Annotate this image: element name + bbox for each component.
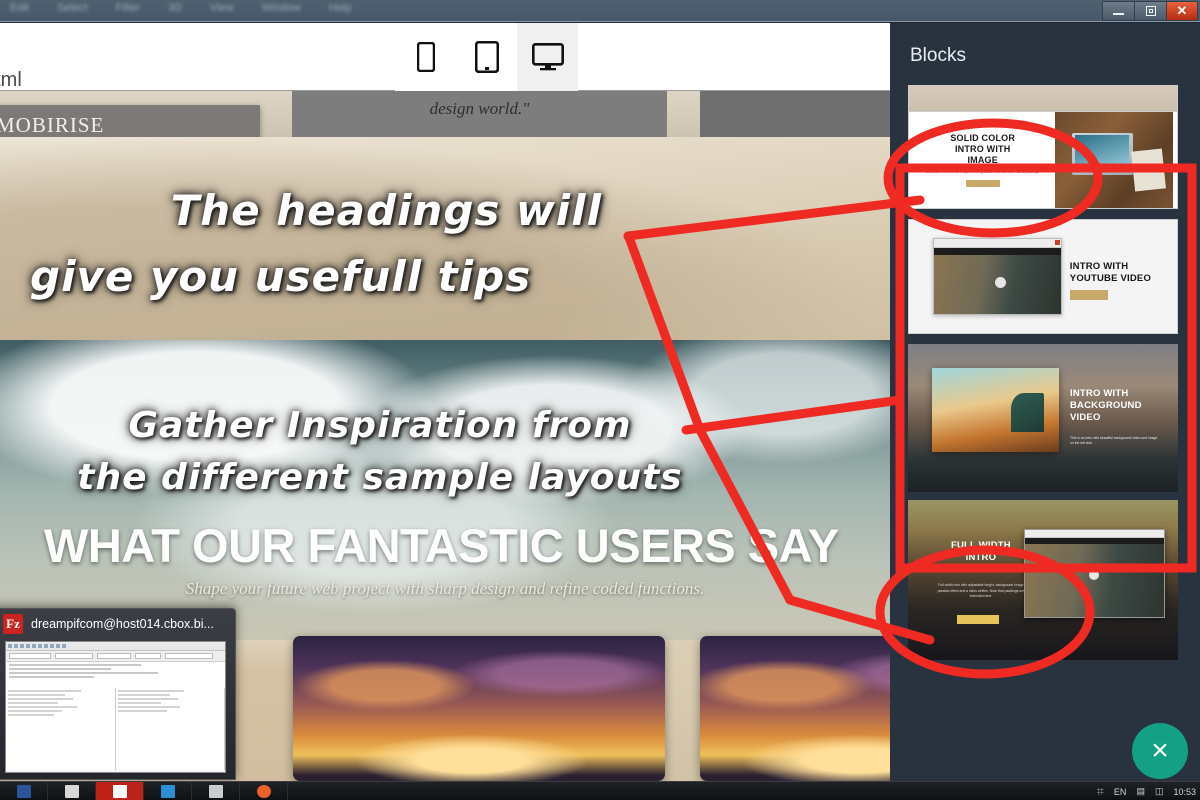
filezilla-icon: Fz <box>3 614 23 634</box>
menu-item-filter[interactable]: Filter <box>116 2 140 15</box>
photoshop-icon <box>160 784 175 798</box>
page-heading: WHAT OUR FANTASTIC USERS SAY <box>44 519 839 572</box>
explorer-icon <box>64 784 79 798</box>
filezilla-log <box>6 662 225 688</box>
network-icon[interactable]: ▤ <box>1136 786 1145 797</box>
block-thumbnail-solid-color-intro-with-image[interactable]: SOLID COLOR INTRO WITH IMAGE Solid color… <box>908 111 1178 209</box>
annotation-line: The headings will <box>170 186 602 235</box>
notepad-icon <box>208 784 223 798</box>
app-menubar: Edit Select Filter 3D View Window Help ✕ <box>0 0 1200 22</box>
block-cta-button <box>956 615 999 625</box>
close-panel-fab-button[interactable]: × <box>1132 723 1188 779</box>
gallery-card[interactable] <box>700 636 890 781</box>
blocks-panel-title: Blocks <box>910 45 966 66</box>
browser-icon <box>256 784 271 798</box>
page-subheading: Shape your future web project with sharp… <box>185 579 705 598</box>
system-tray: EN ▤ ◫ 10:53 <box>1096 782 1196 800</box>
block-image <box>1055 112 1173 208</box>
block-thumbnail-full-width-intro[interactable]: FULL WIDTH INTRO Full width intro with a… <box>908 500 1178 660</box>
filezilla-toolbar <box>6 642 225 651</box>
block-title: SOLID COLOR INTRO WITH IMAGE <box>950 133 1016 165</box>
restore-button[interactable] <box>1134 1 1166 21</box>
menu-item-list: Edit Select Filter 3D View Window Help <box>10 2 351 15</box>
taskbar-item-browser[interactable] <box>240 781 288 800</box>
filezilla-file-panes <box>6 688 225 770</box>
annotation-line: Gather Inspiration from <box>128 405 632 446</box>
filezilla-quickconnect <box>6 651 225 662</box>
menu-item-select[interactable]: Select <box>57 2 88 15</box>
filezilla-local-pane <box>6 688 116 770</box>
filezilla-window-thumbnail <box>5 641 226 773</box>
block-browser-mockup <box>933 238 1062 315</box>
language-indicator[interactable]: EN <box>1114 787 1127 797</box>
menu-item-window[interactable]: Window <box>262 2 301 15</box>
block-subtitle: Solid color intro with an image on the r… <box>926 170 1040 174</box>
taskbar-item-photoshop[interactable] <box>144 781 192 800</box>
block-thumbnail-intro-with-background-video[interactable]: INTRO WITH BACKGROUND VIDEO This is an i… <box>908 344 1178 492</box>
filezilla-remote-pane <box>115 688 225 770</box>
block-cta-button <box>1069 290 1108 301</box>
mobile-icon <box>416 42 435 72</box>
os-taskbar: EN ▤ ◫ 10:53 <box>0 781 1200 800</box>
block-title: INTRO WITH BACKGROUND VIDEO <box>1070 388 1142 424</box>
block-title: INTRO WITH YOUTUBE VIDEO <box>1069 260 1152 284</box>
annotation-line: the different sample layouts <box>77 457 683 498</box>
block-thumbnail-intro-with-youtube-video[interactable]: INTRO WITH YOUTUBE VIDEO <box>908 219 1178 334</box>
gallery-card[interactable] <box>293 636 665 781</box>
menu-item-view[interactable]: View <box>210 2 234 15</box>
filezilla-title: dreampifcom@host014.cbox.bi... <box>31 617 214 631</box>
filezilla-taskbar-icon <box>112 784 127 798</box>
window-controls: ✕ <box>1102 1 1198 21</box>
volume-icon[interactable]: ◫ <box>1155 786 1164 797</box>
blocks-list[interactable]: SOLID COLOR INTRO WITH IMAGE Solid color… <box>890 85 1200 757</box>
taskbar-item-explorer[interactable] <box>48 781 96 800</box>
device-mobile-button[interactable] <box>395 23 456 91</box>
testimonial-quote: design world." <box>429 99 530 118</box>
tablet-icon <box>474 41 499 73</box>
block-video-preview <box>932 367 1060 453</box>
filezilla-preview-header: Fz dreampifcom@host014.cbox.bi... <box>0 609 235 639</box>
project-name-label: html <box>0 69 22 91</box>
taskbar-item-filezilla[interactable] <box>96 781 144 800</box>
clock[interactable]: 10:53 <box>1173 787 1196 797</box>
block-cta-button <box>965 180 1000 187</box>
menu-item-help[interactable]: Help <box>329 2 352 15</box>
filezilla-taskbar-preview[interactable]: Fz dreampifcom@host014.cbox.bi... <box>0 608 236 780</box>
block-subtitle: This is an intro with beautiful backgrou… <box>1070 435 1158 446</box>
tray-expand-icon[interactable] <box>1096 788 1104 795</box>
taskbar-item-word[interactable] <box>0 781 48 800</box>
device-desktop-button[interactable] <box>517 23 578 91</box>
close-button[interactable]: ✕ <box>1166 1 1198 21</box>
site-brand-label: MOBIRISE <box>0 112 105 137</box>
block-browser-mockup <box>1024 528 1165 619</box>
annotation-text-headings: The headings will give you usefull tips <box>30 178 650 310</box>
desktop-icon <box>531 43 564 71</box>
block-title: FULL WIDTH INTRO <box>950 540 1011 563</box>
device-preview-group <box>395 23 578 91</box>
minimize-button[interactable] <box>1102 1 1134 21</box>
taskbar-item-notepad[interactable] <box>192 781 240 800</box>
app-window: Edit Select Filter 3D View Window Help ✕… <box>0 0 1200 800</box>
annotation-line: give you usefull tips <box>30 252 532 301</box>
block-subtitle: Full width intro with adjustable height,… <box>937 583 1025 598</box>
device-tablet-button[interactable] <box>456 23 517 91</box>
menu-item-edit[interactable]: Edit <box>10 2 29 15</box>
editor-toolbar: html <box>0 23 890 91</box>
blocks-panel: Blocks SOLID COLOR INTRO WITH IMAGE Soli… <box>890 23 1200 798</box>
annotation-text-inspiration: Gather Inspiration from the different sa… <box>60 400 700 504</box>
word-icon <box>16 784 31 798</box>
menu-item-3d[interactable]: 3D <box>168 2 182 15</box>
